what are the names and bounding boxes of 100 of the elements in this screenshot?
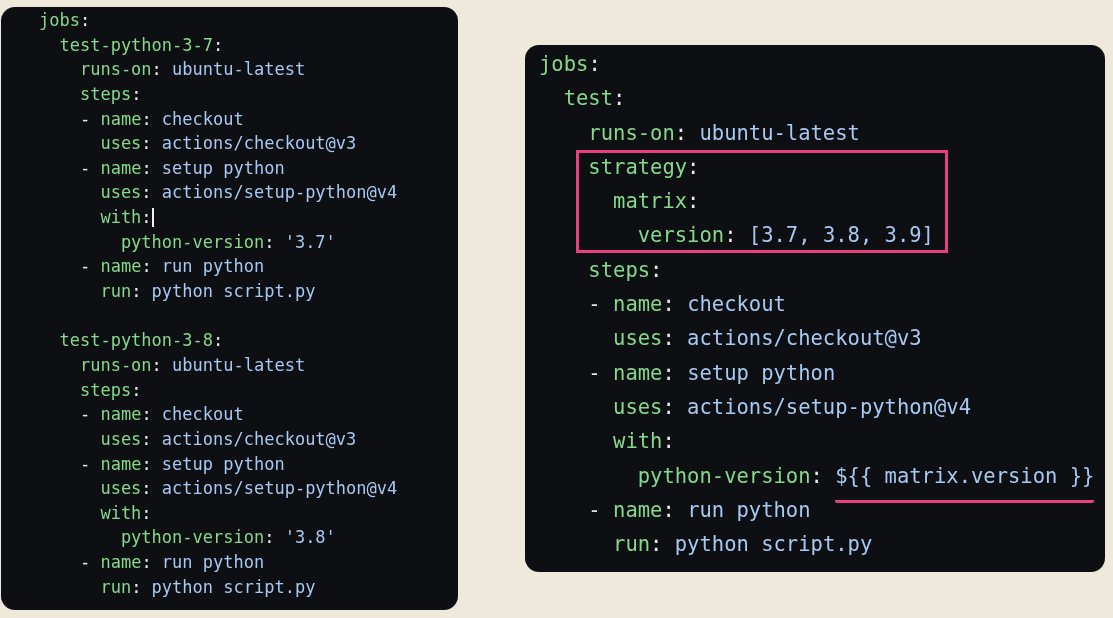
yaml-punctuation: : [724,222,738,250]
yaml-punctuation: - [78,551,92,575]
yaml-punctuation: : [662,393,676,421]
yaml-value: ubuntu-latest [699,119,860,147]
yaml-punctuation: : [213,329,224,353]
yaml-punctuation: : [613,85,626,113]
yaml-key: test-python-3-7 [39,32,213,58]
yaml-key: steps [539,252,651,288]
yaml-punctuation: : [662,496,676,524]
yaml-punctuation: : [662,325,676,353]
yaml-punctuation: : [141,206,152,230]
yaml-value: checkout [687,291,786,319]
yaml-value: ubuntu-latest [172,353,306,377]
yaml-value: run python [161,255,265,279]
yaml-key: run [539,527,651,562]
yaml-value: run python [161,551,265,575]
yaml-punctuation: : [141,132,153,156]
yaml-punctuation: : [131,280,143,304]
yaml-key: test [539,81,614,116]
yaml-value: actions/checkout@v3 [161,427,357,451]
yaml-key: jobs [539,47,589,82]
yaml-punctuation: - [78,107,92,131]
yaml-punctuation: - [78,255,92,279]
yaml-punctuation: : [264,230,276,254]
yaml-key: strategy [539,149,688,185]
yaml-punctuation: : [131,82,142,106]
yaml-punctuation: : [810,462,824,490]
yaml-key: runs-on [39,57,152,82]
yaml-key: python-version [39,525,265,551]
yaml-key: name [100,254,142,280]
yaml-key: run [39,574,132,600]
yaml-punctuation: : [141,107,153,131]
yaml-punctuation: : [264,526,276,550]
yaml-punctuation: : [662,428,675,456]
yaml-punctuation: : [687,153,700,181]
yaml-key: uses [539,321,663,356]
yaml-punctuation: : [141,255,153,279]
yaml-punctuation: : [650,256,663,284]
yaml-key: name [613,492,663,528]
yaml-value: run python [687,496,811,524]
yaml-value: '3.7' [284,230,336,254]
yaml-value: '3.8' [284,526,336,550]
yaml-key: name [100,106,142,132]
yaml-key: uses [539,389,663,425]
yaml-key: runs-on [39,352,152,378]
yaml-key: run [39,279,132,304]
yaml-punctuation: : [141,156,153,180]
yaml-punctuation: : [141,427,153,451]
yaml-key: with [39,205,142,230]
yaml-key: uses [39,426,142,452]
yaml-key: name [100,402,142,427]
yaml-key: python-version [539,458,811,493]
yaml-punctuation: : [141,181,153,205]
yaml-punctuation: : [79,9,91,32]
yaml-punctuation: - [587,291,602,319]
yaml-key: steps [39,377,132,403]
yaml-punctuation: - [587,359,602,387]
yaml-punctuation: : [213,33,224,57]
yaml-value: setup python [161,156,285,180]
yaml-punctuation: : [131,575,143,599]
yaml-key: version [539,218,725,253]
yaml-value: python script.py [151,280,316,304]
yaml-punctuation: : [151,353,163,377]
yaml-value: setup python [687,359,836,387]
yaml-key: name [100,451,142,477]
yaml-key: matrix [539,184,688,219]
yaml-punctuation: : [141,452,153,476]
yaml-value: actions/setup-python@v4 [161,181,398,205]
yaml-punctuation: : [141,403,153,427]
yaml-key: steps [39,81,132,107]
yaml-punctuation: : [141,501,152,525]
yaml-punctuation: : [588,51,601,78]
yaml-key: name [613,355,663,390]
yaml-key: name [613,287,663,322]
yaml-value: actions/checkout@v3 [161,132,357,156]
yaml-key: name [100,550,142,575]
yaml-value: actions/setup-python@v4 [687,393,971,421]
yaml-key: uses [39,131,142,156]
yaml-key: uses [39,180,142,206]
underlined-yaml-value: ${{ matrix.version }} [835,458,1095,503]
yaml-key: with [39,500,142,526]
yaml-key: with [539,424,663,459]
yaml-key: test-python-3-8 [39,328,213,353]
yaml-value: python script.py [674,531,873,559]
yaml-key: runs-on [539,115,675,150]
yaml-key: uses [39,476,142,501]
yaml-key: python-version [39,229,265,255]
yaml-value: checkout [161,107,244,131]
yaml-punctuation: : [662,359,676,387]
yaml-value: setup python [161,452,285,476]
yaml-value: python script.py [151,575,316,599]
yaml-punctuation: : [650,531,664,559]
yaml-punctuation: : [141,477,153,501]
yaml-punctuation: - [78,403,92,427]
yaml-key: name [100,155,142,181]
yaml-punctuation: : [141,551,153,575]
yaml-punctuation: - [587,496,602,524]
yaml-value: [3.7, 3.8, 3.9] [748,222,934,250]
yaml-punctuation: : [674,119,689,147]
yaml-value: actions/checkout@v3 [687,325,922,353]
